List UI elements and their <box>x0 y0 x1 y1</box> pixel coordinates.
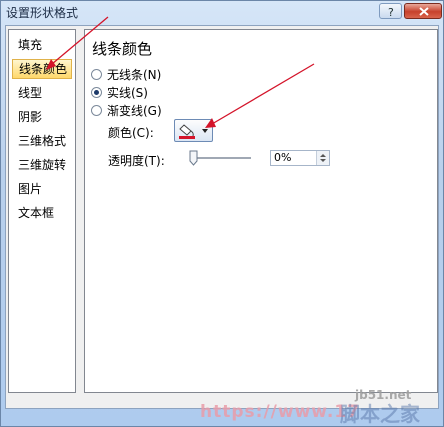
radio-button-selected[interactable] <box>91 87 102 98</box>
title-bar[interactable]: 设置形状格式 ? <box>1 1 443 23</box>
nav-item-3d-rotation[interactable]: 三维旋转 <box>12 155 72 175</box>
nav-item-line-color[interactable]: 线条颜色 <box>12 59 72 79</box>
watermark-url: https://www.17 <box>200 402 361 422</box>
spin-buttons[interactable] <box>316 151 329 165</box>
radio-solid-line[interactable]: 实线(S) <box>91 85 148 101</box>
radio-button[interactable] <box>91 105 102 116</box>
close-icon <box>419 7 429 16</box>
close-button[interactable] <box>404 3 442 19</box>
slider-track <box>189 150 251 166</box>
transparency-value[interactable]: 0% <box>274 151 291 165</box>
nav-item-fill[interactable]: 填充 <box>12 35 72 55</box>
category-list: 填充 线条颜色 线型 阴影 三维格式 三维旋转 图片 文本框 <box>8 29 76 393</box>
radio-button[interactable] <box>91 69 102 80</box>
radio-label: 无线条(N) <box>107 68 162 82</box>
line-color-panel: 线条颜色 无线条(N) 实线(S) 渐变线(G) 颜色(C): 透明度(T): <box>84 29 438 393</box>
nav-item-3d-format[interactable]: 三维格式 <box>12 131 72 151</box>
svg-text:?: ? <box>388 6 394 19</box>
spin-arrows-icon <box>320 154 326 162</box>
transparency-label: 透明度(T): <box>108 154 165 168</box>
question-icon: ? <box>388 6 394 19</box>
radio-gradient-line[interactable]: 渐变线(G) <box>91 103 162 119</box>
dialog-body: 填充 线条颜色 线型 阴影 三维格式 三维旋转 图片 文本框 线条颜色 无线条(… <box>5 25 439 409</box>
section-title: 线条颜色 <box>92 40 153 58</box>
dialog-title: 设置形状格式 <box>6 6 79 20</box>
nav-item-picture[interactable]: 图片 <box>12 179 72 199</box>
nav-item-shadow[interactable]: 阴影 <box>12 107 72 127</box>
transparency-spinner[interactable]: 0% <box>270 150 330 166</box>
watermark-site: 脚本之家 <box>340 402 420 426</box>
paint-bucket-icon <box>179 124 208 139</box>
nav-item-line-style[interactable]: 线型 <box>12 83 72 103</box>
radio-label: 渐变线(G) <box>107 104 162 118</box>
help-button[interactable]: ? <box>379 3 402 19</box>
radio-no-line[interactable]: 无线条(N) <box>91 67 161 83</box>
transparency-slider[interactable] <box>189 149 253 167</box>
nav-item-text-box[interactable]: 文本框 <box>12 203 72 223</box>
format-shape-dialog: 设置形状格式 ? 填充 线条颜色 线型 阴影 三维格式 三维旋转 图片 文本框 … <box>0 0 444 427</box>
color-label: 颜色(C): <box>108 126 154 140</box>
line-color-picker-button[interactable] <box>174 119 213 142</box>
radio-label: 实线(S) <box>107 86 148 100</box>
